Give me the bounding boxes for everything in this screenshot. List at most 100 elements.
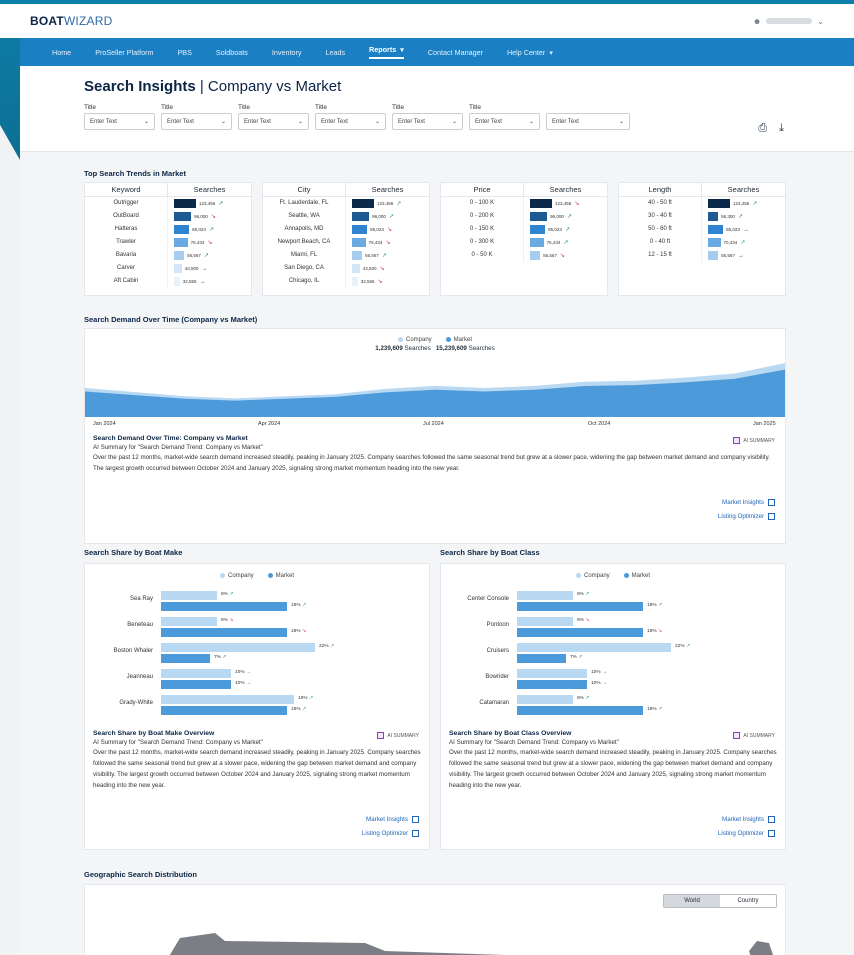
bar-company[interactable] [517, 669, 587, 678]
nav-item-soldboats[interactable]: Soldboats [216, 48, 248, 57]
column-header[interactable]: City [263, 183, 346, 196]
bar-company[interactable] [161, 617, 217, 626]
geo-map[interactable] [85, 903, 785, 955]
bar-company[interactable] [161, 669, 231, 678]
column-header[interactable]: Length [619, 183, 702, 196]
market-insights-link[interactable]: Market Insights [366, 816, 419, 823]
trend-down-icon: ↘ [585, 618, 590, 623]
market-insights-link[interactable]: Market Insights [722, 816, 775, 823]
value-bar [708, 212, 719, 221]
chevron-down-icon: ▾ [549, 47, 553, 57]
value-text: 70,434 [723, 240, 738, 245]
filter-select[interactable]: Enter Text ⌄ [84, 113, 155, 130]
nav-item-help-center[interactable]: Help Center ▾ [507, 48, 553, 57]
table-row: 0 - 300 K 76,434 ↗ [441, 236, 607, 249]
table-row: San Diego, CA 43,500 ↘ [263, 262, 429, 275]
bar-value: 19% ↗ [298, 696, 313, 701]
filter-value: Enter Text [321, 118, 348, 125]
bar-company[interactable] [517, 591, 573, 600]
bar-market[interactable] [517, 602, 643, 611]
listing-optimizer-link[interactable]: Listing Optimizer [362, 830, 419, 837]
bar-company[interactable] [517, 643, 671, 652]
value-text: 56,300 [721, 214, 735, 219]
listing-optimizer-link[interactable]: Listing Optimizer [718, 513, 775, 520]
nav-item-inventory[interactable]: Inventory [272, 48, 302, 57]
value-text: 85,023 [726, 227, 740, 232]
demand-title: Search Demand Over Time (Company vs Mark… [84, 315, 258, 324]
bar-market[interactable] [517, 628, 643, 637]
filter-select[interactable]: Enter Text ⌄ [315, 113, 386, 130]
listing-optimizer-link[interactable]: Listing Optimizer [718, 830, 775, 837]
nav-item-home[interactable]: Home [52, 48, 71, 57]
row-value: 96,000 ↘ [168, 212, 251, 221]
value-bar [174, 212, 192, 221]
value-bar [352, 225, 368, 234]
bar-company[interactable] [517, 617, 573, 626]
trend-up-icon: ↗ [657, 707, 662, 712]
bar-market[interactable] [517, 680, 587, 689]
value-text: 56,567 [721, 253, 735, 258]
nav-item-pbs[interactable]: PBS [178, 48, 192, 57]
value-text: 96,000 [372, 214, 386, 219]
bar-market[interactable] [161, 628, 287, 637]
bar-value: 10% → [591, 681, 607, 686]
table-row: OutBoard 96,000 ↘ [85, 210, 251, 223]
row-key: Carver [85, 262, 168, 275]
download-icon[interactable]: ⤓ [779, 122, 784, 135]
filter-select[interactable]: Enter Text ⌄ [392, 113, 463, 130]
nav-item-leads[interactable]: Leads [325, 48, 345, 57]
row-value: 70,434 ↗ [702, 238, 785, 247]
bar-value: 18% ↘ [647, 629, 662, 634]
row-value: 43,500 → [168, 264, 251, 273]
user-name-redacted [766, 18, 813, 24]
print-icon[interactable]: ⎙ [758, 122, 767, 135]
bar-market[interactable] [161, 680, 231, 689]
bar-company[interactable] [161, 643, 315, 652]
row-key: Bavaria [85, 249, 168, 262]
brand-logo[interactable]: BOATWIZARD [30, 14, 112, 28]
nav-item-proseller-platform[interactable]: ProSeller Platform [95, 48, 153, 57]
row-value: 32,555 ↘ [346, 277, 429, 286]
trend-up-icon: ↗ [218, 201, 224, 207]
filter-value: Enter Text [244, 118, 271, 125]
top-trends-title: Top Search Trends in Market [84, 169, 186, 178]
demand-totals: 1,239,609 Searches 15,239,609 Searches [375, 345, 495, 353]
filter-select[interactable]: Enter Text ⌄ [469, 113, 540, 130]
row-key: San Diego, CA [263, 262, 346, 275]
column-header[interactable]: Searches [168, 183, 251, 196]
value-text: 43,500 [184, 266, 199, 271]
bar-market[interactable] [161, 706, 287, 715]
bar-market[interactable] [517, 654, 566, 663]
column-header[interactable]: Searches [524, 183, 607, 196]
column-header[interactable]: Searches [346, 183, 429, 196]
value-bar [530, 238, 544, 247]
bar-market[interactable] [161, 654, 210, 663]
bar-row: Pontoon 8% ↘ 18% ↘ [441, 616, 785, 640]
column-header[interactable]: Price [441, 183, 524, 196]
bar-company[interactable] [517, 695, 573, 704]
market-insights-link[interactable]: Market Insights [722, 499, 775, 506]
demand-ai-summary: Search Demand Over Time: Company vs Mark… [93, 435, 770, 472]
nav-item-reports[interactable]: Reports ▾ [369, 45, 404, 59]
bar-market[interactable] [517, 706, 643, 715]
filter-1: Title Enter Text ⌄ [161, 104, 232, 130]
bar-company[interactable] [161, 591, 217, 600]
filter-bar: Title Enter Text ⌄ Title Enter Text ⌄ Title Ent… [84, 104, 854, 130]
filter-select[interactable]: Enter Text ⌄ [161, 113, 232, 130]
bar-market[interactable] [161, 602, 287, 611]
bar-company[interactable] [161, 695, 294, 704]
filter-label: Title [238, 104, 251, 111]
user-menu[interactable]: ☻ ⌄ [753, 17, 824, 26]
trend-up-icon: ↗ [657, 603, 662, 608]
filter-6: Enter Text ⌄ [546, 111, 630, 130]
column-header[interactable]: Keyword [85, 183, 168, 196]
filter-select[interactable]: Enter Text ⌄ [238, 113, 309, 130]
demand-legend: Company Market [85, 337, 785, 343]
trend-flat-icon: → [199, 278, 206, 285]
filter-select[interactable]: Enter Text ⌄ [546, 113, 630, 130]
column-header[interactable]: Searches [702, 183, 785, 196]
trend-table-city: City Searches Ft. Lauderdale, FL 123,456 ↗ Se… [262, 182, 430, 296]
row-value: 56,567 ↗ [346, 251, 429, 260]
make-card: Company Market Sea Ray 8% ↗ 18% ↗ Beneteau 8% … [84, 563, 430, 850]
nav-item-contact-manager[interactable]: Contact Manager [428, 48, 483, 57]
